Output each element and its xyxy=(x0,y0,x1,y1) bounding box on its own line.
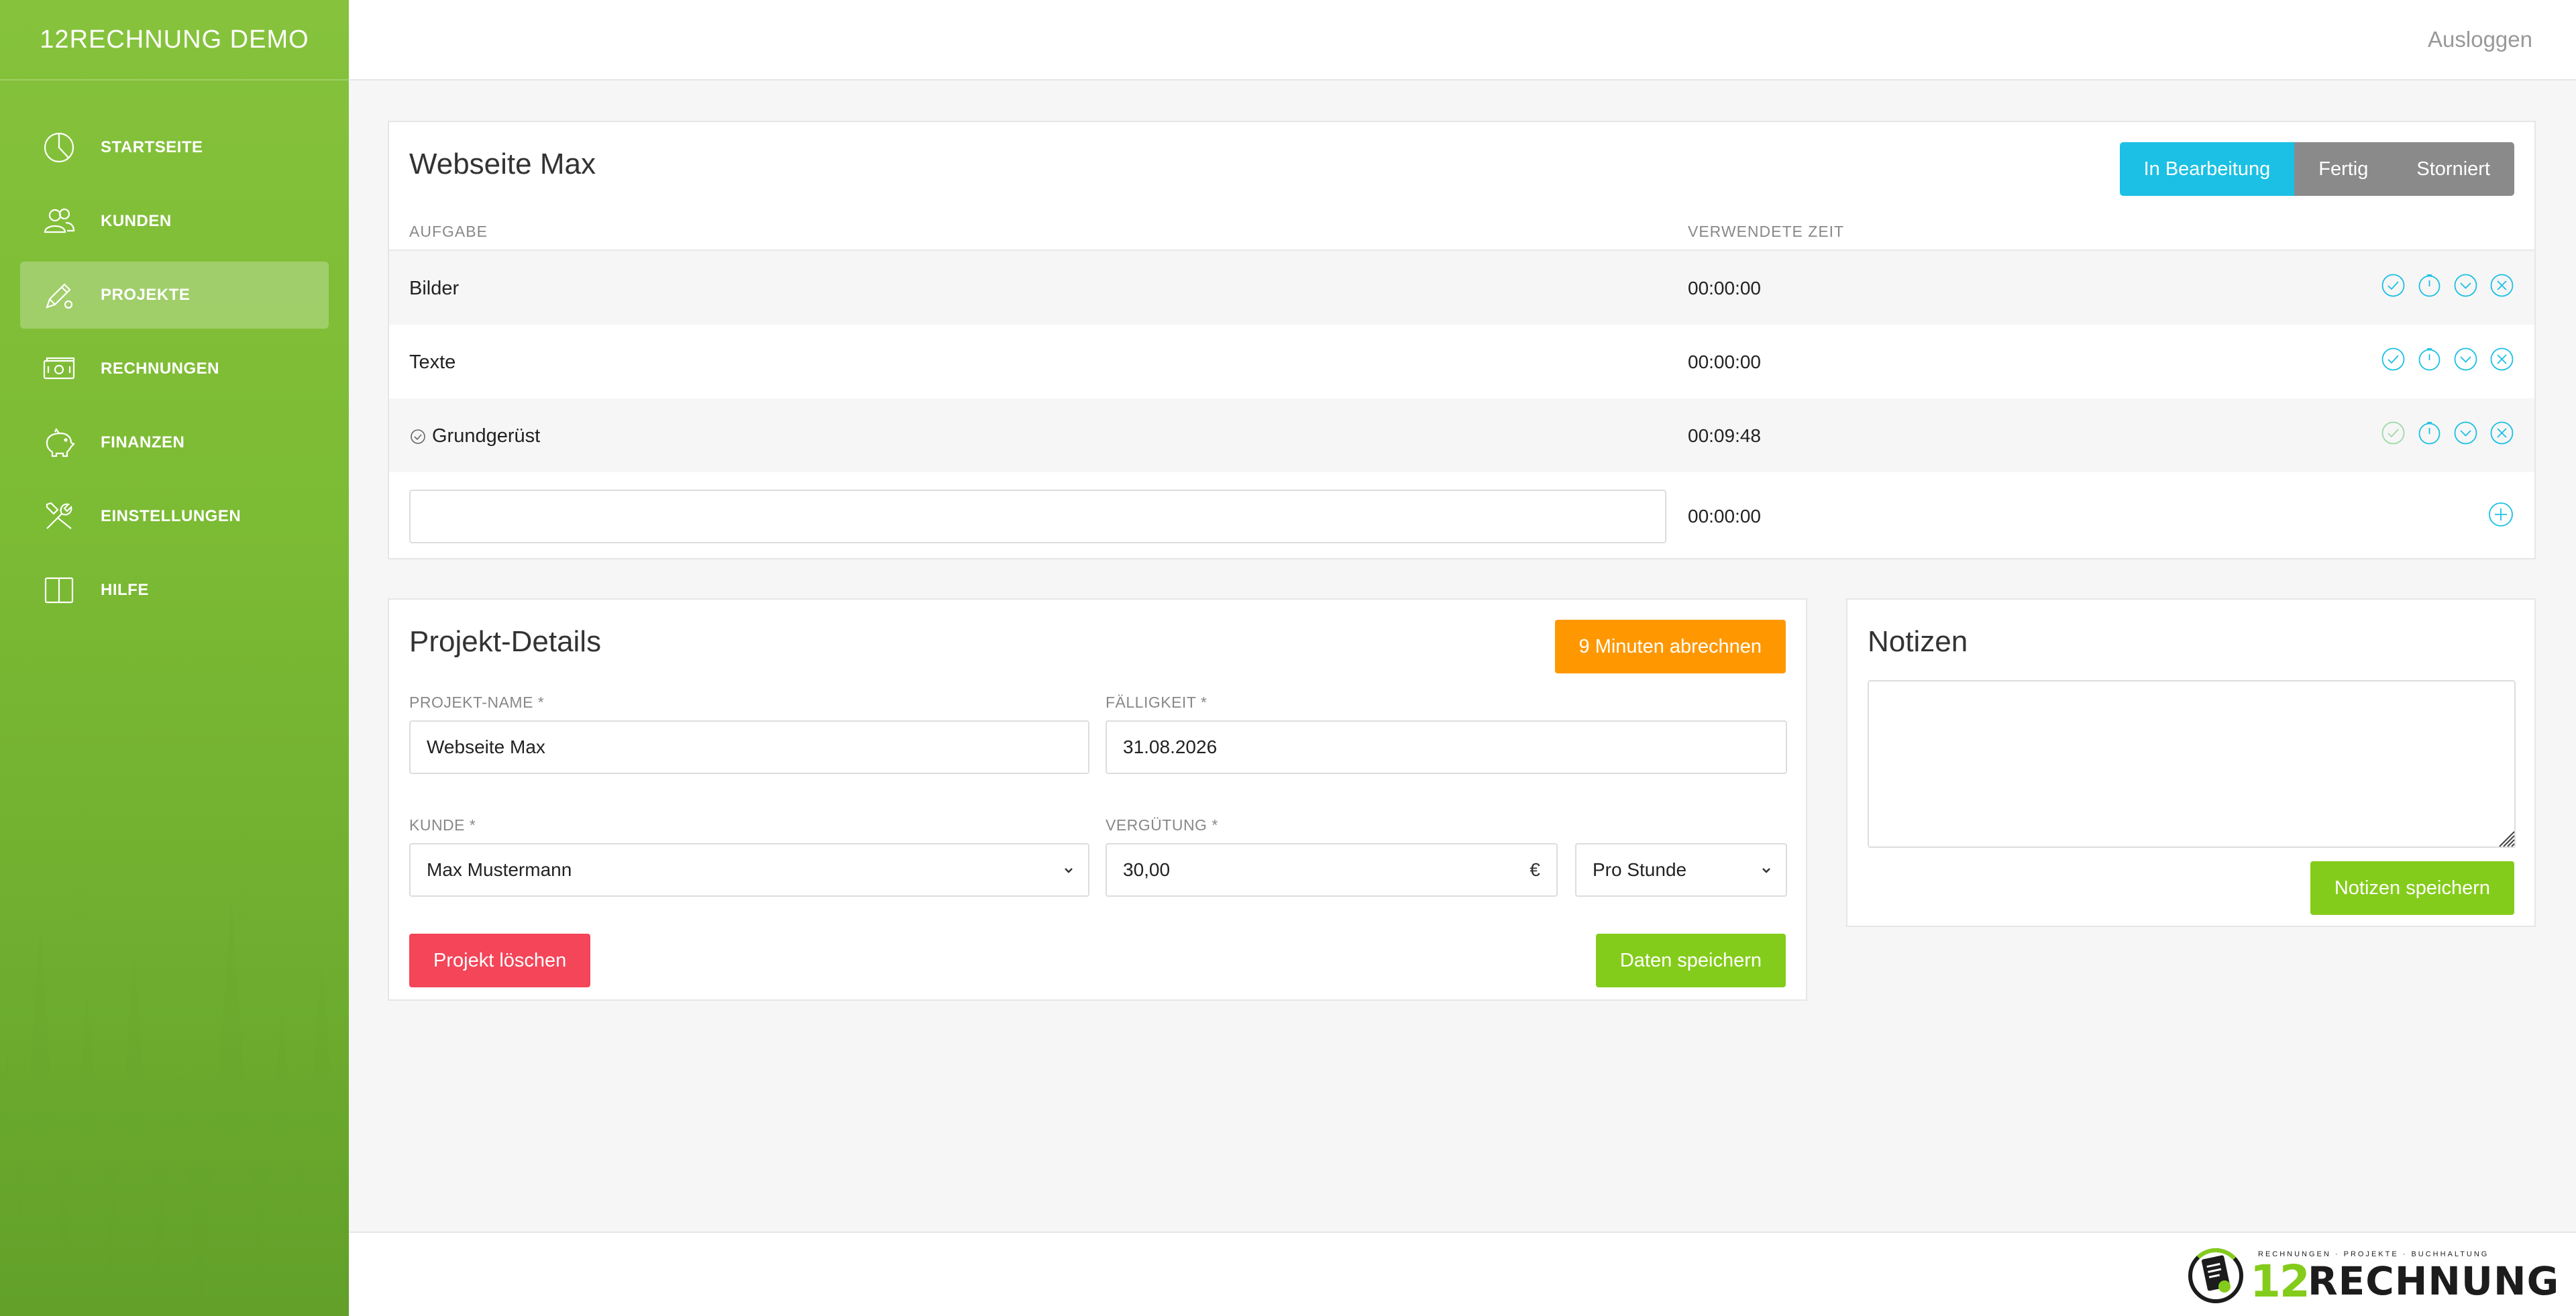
rate-input[interactable]: 30,00 € xyxy=(1106,843,1558,897)
timer-icon[interactable] xyxy=(2417,421,2442,445)
task-actions xyxy=(2381,421,2514,445)
timer-icon[interactable] xyxy=(2417,347,2442,372)
task-actions xyxy=(2381,347,2514,372)
sidebar-item-einstellungen[interactable]: EINSTELLUNGEN xyxy=(20,483,329,550)
task-row: Texte 00:00:00 xyxy=(389,325,2534,398)
sidebar-item-label: HILFE xyxy=(101,581,149,599)
sidebar-item-startseite[interactable]: STARTSEITE xyxy=(20,114,329,181)
chevron-down-circle-icon[interactable] xyxy=(2453,421,2478,445)
footer: RECHNUNGEN · PROJEKTE · BUCHHALTUNG 12 R… xyxy=(349,1231,2576,1316)
new-task-input[interactable] xyxy=(409,490,1666,543)
project-tasks-card: Webseite Max In Bearbeitung Fertig Storn… xyxy=(388,121,2536,559)
project-name-input[interactable]: Webseite Max xyxy=(409,720,1089,774)
sidebar-item-label: RECHNUNGEN xyxy=(101,360,220,378)
task-actions xyxy=(2381,273,2514,298)
project-name-value: Webseite Max xyxy=(427,736,545,757)
status-toggle-group: In Bearbeitung Fertig Storniert xyxy=(2119,142,2514,196)
task-time: 00:09:48 xyxy=(1688,425,1761,446)
delete-project-button[interactable]: Projekt löschen xyxy=(409,934,591,987)
due-date-value: 31.08.2026 xyxy=(1123,736,1218,757)
rate-label: VERGÜTUNG * xyxy=(1106,816,1218,834)
notes-textarea[interactable] xyxy=(1868,680,2516,848)
customer-value: Max Mustermann xyxy=(427,859,572,880)
chevron-down-icon xyxy=(1060,862,1077,879)
sidebar-item-label: EINSTELLUNGEN xyxy=(101,507,241,525)
sidebar-item-hilfe[interactable]: HILFE xyxy=(20,557,329,624)
task-name: Bilder xyxy=(409,278,459,300)
project-name-label: PROJEKT-NAME * xyxy=(409,694,545,711)
currency-symbol: € xyxy=(1529,859,1540,880)
chevron-down-circle-icon[interactable] xyxy=(2453,273,2478,298)
task-row: Grundgerüst 00:09:48 xyxy=(389,398,2534,472)
project-details-card: Projekt-Details 9 Minuten abrechnen PROJ… xyxy=(388,598,1807,1001)
task-name-text: Bilder xyxy=(409,278,460,299)
logo-wordmark: RECHNUNGEN · PROJEKTE · BUCHHALTUNG 12 R… xyxy=(2250,1245,2559,1307)
check-circle-icon[interactable] xyxy=(2381,421,2406,445)
invoice-document-logo-icon xyxy=(2188,1248,2243,1303)
task-time: 00:00:00 xyxy=(1688,278,1761,298)
save-data-button[interactable]: Daten speichern xyxy=(1595,934,1786,987)
topbar: Ausloggen xyxy=(349,0,2576,80)
sidebar-nav: STARTSEITE KUNDEN PROJEKTE RECHNUNGEN FI… xyxy=(20,114,329,630)
brand-title[interactable]: 12RECHNUNG DEMO xyxy=(0,0,349,80)
due-date-input[interactable]: 31.08.2026 xyxy=(1106,720,1787,774)
customer-label: KUNDE * xyxy=(409,816,476,834)
pen-icon xyxy=(40,276,78,314)
sidebar: 12RECHNUNG DEMO STARTSEITE KUNDEN PROJEK… xyxy=(0,0,349,1316)
status-cancelled-button[interactable]: Storniert xyxy=(2392,142,2514,196)
details-title: Projekt-Details xyxy=(409,625,602,658)
check-circle-icon[interactable] xyxy=(2381,347,2406,372)
logout-link[interactable]: Ausloggen xyxy=(2428,27,2532,52)
task-time: 00:00:00 xyxy=(1688,351,1761,372)
chevron-down-circle-icon[interactable] xyxy=(2453,347,2478,372)
logo-number: 12 xyxy=(2250,1256,2310,1307)
due-date-label: FÄLLIGKEIT * xyxy=(1106,694,1208,711)
column-header-time: VERWENDETE ZEIT xyxy=(1688,223,1845,240)
chevron-down-icon xyxy=(1758,862,1775,879)
notes-title: Notizen xyxy=(1868,625,1968,658)
task-name-text: Grundgerüst xyxy=(432,425,541,447)
sidebar-item-label: STARTSEITE xyxy=(101,138,203,156)
status-in-progress-button[interactable]: In Bearbeitung xyxy=(2119,142,2295,196)
money-icon xyxy=(40,350,78,388)
task-name: Texte xyxy=(409,351,455,374)
logo-word: RECHNUNG xyxy=(2308,1258,2560,1304)
close-circle-icon[interactable] xyxy=(2489,347,2514,372)
task-name: Grundgerüst xyxy=(409,425,540,447)
task-name-text: Texte xyxy=(409,351,456,373)
timer-icon[interactable] xyxy=(2417,273,2442,298)
new-task-time: 00:00:00 xyxy=(1688,506,1761,527)
users-icon xyxy=(40,203,78,240)
rate-value: 30,00 xyxy=(1123,859,1171,880)
sidebar-item-rechnungen[interactable]: RECHNUNGEN xyxy=(20,335,329,402)
resize-handle-icon[interactable] xyxy=(2496,828,2516,848)
close-circle-icon[interactable] xyxy=(2489,273,2514,298)
footer-logo: RECHNUNGEN · PROJEKTE · BUCHHALTUNG 12 R… xyxy=(2186,1245,2559,1307)
customer-select[interactable]: Max Mustermann xyxy=(409,843,1089,897)
project-title: Webseite Max xyxy=(409,148,596,180)
piggy-bank-icon xyxy=(40,424,78,461)
column-header-task: AUFGABE xyxy=(409,223,488,240)
sidebar-item-finanzen[interactable]: FINANZEN xyxy=(20,409,329,476)
add-circle-icon[interactable] xyxy=(2487,501,2514,528)
forest-background-image xyxy=(0,645,349,1316)
sidebar-item-projekte[interactable]: PROJEKTE xyxy=(20,262,329,329)
task-row: Bilder 00:00:00 xyxy=(389,251,2534,325)
sidebar-item-label: PROJEKTE xyxy=(101,286,191,304)
sidebar-item-kunden[interactable]: KUNDEN xyxy=(20,188,329,255)
done-check-icon xyxy=(411,429,425,444)
status-done-button[interactable]: Fertig xyxy=(2294,142,2393,196)
rate-unit-value: Pro Stunde xyxy=(1593,859,1687,880)
pie-chart-icon xyxy=(40,129,78,166)
book-icon xyxy=(40,571,78,609)
notes-card: Notizen Notizen speichern xyxy=(1846,598,2536,927)
close-circle-icon[interactable] xyxy=(2489,421,2514,445)
tools-icon xyxy=(40,498,78,535)
sidebar-item-label: KUNDEN xyxy=(101,212,172,230)
bill-minutes-button[interactable]: 9 Minuten abrechnen xyxy=(1554,620,1786,673)
save-notes-button[interactable]: Notizen speichern xyxy=(2310,861,2514,915)
rate-unit-select[interactable]: Pro Stunde xyxy=(1575,843,1787,897)
check-circle-icon[interactable] xyxy=(2381,273,2406,298)
sidebar-item-label: FINANZEN xyxy=(101,433,185,451)
